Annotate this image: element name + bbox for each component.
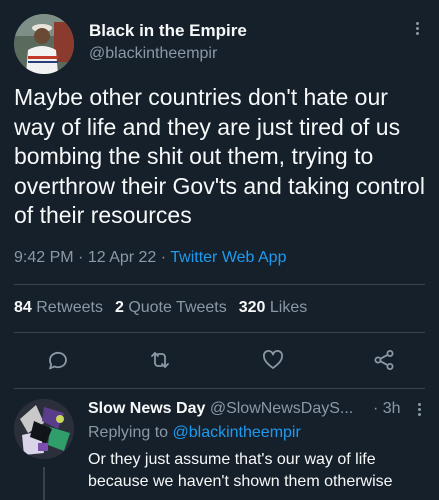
divider <box>14 332 425 333</box>
tweet-text: Maybe other countries don't hate our way… <box>14 84 425 228</box>
reply-author-handle[interactable]: @SlowNewsDayS... <box>210 400 353 417</box>
likes-label: Likes <box>269 299 308 316</box>
retweets-count: 84 <box>14 299 32 316</box>
tweet-date[interactable]: 12 Apr 22 <box>88 249 157 266</box>
retweet-button[interactable] <box>145 345 175 375</box>
divider <box>14 284 425 285</box>
more-options-icon[interactable] <box>412 401 426 421</box>
quote-tweets-label: Quote Tweets <box>128 299 227 316</box>
share-icon <box>374 350 394 370</box>
replying-to-mention[interactable]: @blackintheempir <box>173 424 301 441</box>
share-button[interactable] <box>369 345 399 375</box>
replying-to-label: Replying to <box>88 424 169 441</box>
retweets-stat[interactable]: 84 Retweets <box>14 299 103 316</box>
replying-to: Replying to @blackintheempir <box>88 424 301 442</box>
like-button[interactable] <box>258 345 288 375</box>
likes-stat[interactable]: 320 Likes <box>239 299 308 316</box>
thread-line <box>43 467 45 500</box>
tweet-source[interactable]: Twitter Web App <box>170 249 286 266</box>
avatar[interactable] <box>14 14 74 74</box>
reply-avatar-art <box>14 399 74 459</box>
author-display-name[interactable]: Black in the Empire <box>89 21 247 41</box>
likes-count: 320 <box>238 299 266 316</box>
retweets-label: Retweets <box>36 299 103 316</box>
meta-separator: · <box>160 249 167 266</box>
reply-icon <box>49 351 67 370</box>
reply-time[interactable]: · 3h <box>373 400 401 418</box>
reply-author-name[interactable]: Slow News Day <box>88 400 205 417</box>
reply-text: Or they just assume that's our way of li… <box>88 451 393 490</box>
avatar-photo <box>14 14 74 74</box>
reply-button[interactable] <box>43 345 73 375</box>
reply-avatar[interactable] <box>14 399 74 459</box>
tweet-header: Black in the Empire @blackintheempir <box>14 14 425 74</box>
heart-icon <box>263 350 283 369</box>
tweet-action-bar <box>0 345 439 375</box>
tweet-meta: 9:42 PM · 12 Apr 22 · Twitter Web App <box>14 249 286 267</box>
quote-tweets-count: 2 <box>114 299 124 316</box>
retweet-icon <box>151 352 169 368</box>
reply-tweet[interactable]: Slow News Day @SlowNewsDayS... · 3h Repl… <box>0 389 439 500</box>
author-handle[interactable]: @blackintheempir <box>89 45 217 63</box>
tweet-time[interactable]: 9:42 PM <box>14 249 74 266</box>
more-options-icon[interactable] <box>409 20 425 42</box>
reply-header: Slow News Day @SlowNewsDayS... <box>88 400 353 418</box>
quote-tweets-stat[interactable]: 2 Quote Tweets <box>115 299 227 316</box>
meta-separator: · <box>78 249 84 266</box>
engagement-stats: 84 Retweets 2 Quote Tweets 320 Likes <box>14 299 307 317</box>
